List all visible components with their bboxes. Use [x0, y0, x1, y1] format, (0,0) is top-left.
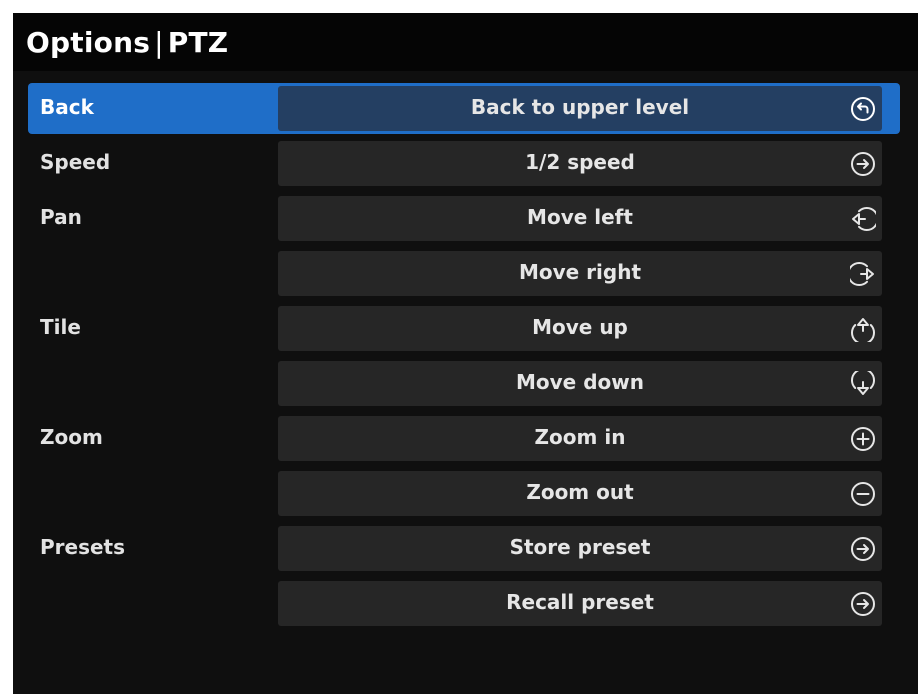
- move-up-icon: [850, 316, 876, 342]
- zoom-in-button[interactable]: Zoom in: [278, 416, 882, 461]
- move-right-button[interactable]: Move right: [278, 251, 882, 296]
- title-ptz: PTZ: [167, 25, 229, 59]
- menu-row-zoom-out[interactable]: Zoom out: [28, 468, 900, 519]
- menu-row-back[interactable]: Back Back to upper level: [28, 83, 900, 134]
- menu-row-tile[interactable]: Tile Move up: [28, 303, 900, 354]
- back-circle-icon: [850, 96, 876, 122]
- move-left-button[interactable]: Move left: [278, 196, 882, 241]
- menu-row-pan-right[interactable]: Move right: [28, 248, 900, 299]
- move-up-button[interactable]: Move up: [278, 306, 882, 351]
- title-separator: |: [154, 25, 164, 59]
- menu-row-tile-down[interactable]: Move down: [28, 358, 900, 409]
- action-label: Zoom in: [534, 425, 626, 449]
- arrow-right-circle-icon: [850, 591, 876, 617]
- row-label: Zoom: [40, 425, 103, 449]
- ptz-options-screen: Options | PTZ Back Back to upper level S…: [13, 13, 918, 694]
- title-options: Options: [26, 25, 151, 59]
- action-label: Back to upper level: [470, 95, 690, 119]
- move-down-button[interactable]: Move down: [278, 361, 882, 406]
- arrow-right-circle-icon: [850, 151, 876, 177]
- row-label: Tile: [40, 315, 81, 339]
- row-label: Presets: [40, 535, 126, 559]
- action-label: Zoom out: [526, 480, 634, 504]
- page-title: Options | PTZ: [13, 13, 918, 71]
- action-label: Move up: [532, 315, 628, 339]
- zoom-in-icon: [850, 426, 876, 452]
- move-left-icon: [850, 206, 876, 232]
- action-label: Recall preset: [506, 590, 654, 614]
- action-label: Move left: [527, 205, 633, 229]
- recall-preset-button[interactable]: Recall preset: [278, 581, 882, 626]
- menu-row-presets[interactable]: Presets Store preset: [28, 523, 900, 574]
- menu-row-zoom[interactable]: Zoom Zoom in: [28, 413, 900, 464]
- back-to-upper-level-button[interactable]: Back to upper level: [278, 86, 882, 131]
- action-label: Store preset: [509, 535, 651, 559]
- menu-row-speed[interactable]: Speed 1/2 speed: [28, 138, 900, 189]
- action-label: Move down: [516, 370, 644, 394]
- action-label: 1/2 speed: [525, 150, 635, 174]
- half-speed-button[interactable]: 1/2 speed: [278, 141, 882, 186]
- row-label: Speed: [40, 150, 111, 174]
- action-label: Move right: [518, 260, 642, 284]
- zoom-out-icon: [850, 481, 876, 507]
- row-label: Pan: [40, 205, 82, 229]
- menu-row-pan[interactable]: Pan Move left: [28, 193, 900, 244]
- zoom-out-button[interactable]: Zoom out: [278, 471, 882, 516]
- row-label: Back: [40, 95, 94, 119]
- menu-row-recall[interactable]: Recall preset: [28, 578, 900, 629]
- move-right-icon: [850, 261, 876, 287]
- arrow-right-circle-icon: [850, 536, 876, 562]
- move-down-icon: [850, 371, 876, 397]
- store-preset-button[interactable]: Store preset: [278, 526, 882, 571]
